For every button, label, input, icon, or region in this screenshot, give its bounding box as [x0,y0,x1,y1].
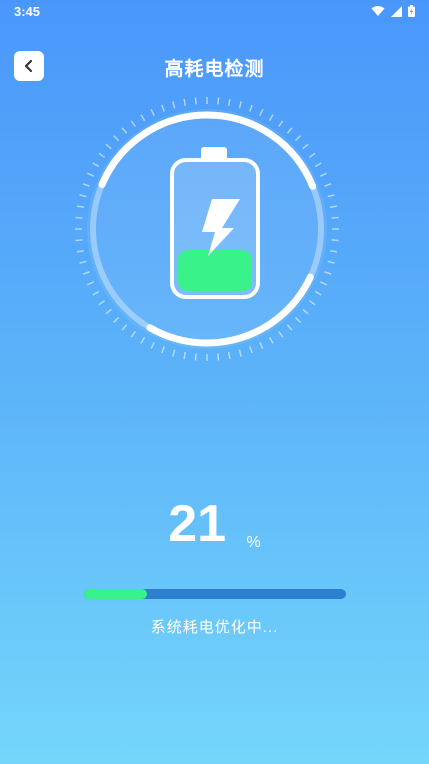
gauge-tick [161,346,165,354]
gauge-tick [172,349,176,357]
gauge-tick [249,104,253,112]
gauge-tick [217,97,220,105]
gauge-tick [238,349,242,357]
percent-value: 21 [168,495,227,553]
gauge-tick [92,162,100,168]
battery-icon [408,5,415,17]
gauge-tick [324,183,332,187]
progress-fill [84,589,147,599]
percent-unit: % [246,534,261,551]
gauge-tick [294,316,301,323]
gauge-tick [105,308,112,315]
wifi-icon [371,6,385,16]
gauge-tick [286,324,293,331]
gauge-tick [259,109,264,117]
battery-gauge [74,92,340,366]
gauge-tick [327,194,335,198]
gauge-tick [268,336,274,344]
gauge-tick [98,152,106,158]
gauge-tick [75,239,83,242]
gauge-tick [87,172,95,177]
gauge-tick [238,101,242,109]
gauge-tick [331,239,339,242]
status-message: 系统耗电优化中... [150,619,279,636]
gauge-tick [79,194,87,198]
gauge-tick [308,300,316,306]
gauge-tick [314,162,322,168]
gauge-tick [87,281,95,286]
gauge-tick [319,281,327,286]
gauge-tick [161,104,165,112]
gauge-tick [286,127,293,134]
gauge-tick [227,351,231,360]
gauge-tick [183,98,187,107]
gauge-tick [121,127,128,134]
status-time: 3:45 [14,4,41,19]
gauge-tick [294,135,301,142]
gauge-tick [308,152,316,158]
progress-bar [84,589,346,599]
gauge-tick [324,271,332,275]
gauge-tick [140,114,146,122]
gauge-tick [331,216,339,219]
gauge-tick [140,336,146,344]
gauge-tick [150,109,155,117]
gauge-tick [92,290,100,296]
gauge-tick [98,300,106,306]
gauge-tick [302,143,309,150]
gauge-tick [150,341,155,349]
status-icons [371,5,415,17]
gauge-tick [113,316,120,323]
gauge-tick [82,183,90,187]
gauge-tick [217,353,220,361]
battery-icon-large [170,147,260,299]
gauge-tick [76,249,85,253]
gauge-tick [75,216,83,219]
gauge-tick [76,205,85,209]
gauge-tick [278,330,284,338]
gauge-tick [183,351,187,360]
gauge-tick [105,143,112,150]
gauge-tick [113,135,120,142]
gauge-tick [327,260,335,264]
gauge-tick [329,249,338,253]
gauge-tick [227,98,231,107]
gauge-tick [172,101,176,109]
signal-icon [391,5,402,17]
gauge-tick [130,330,136,338]
page-title: 高耗电检测 [164,59,265,80]
gauge-tick [194,97,197,105]
status-bar: 3:45 [0,0,429,24]
gauge-tick [259,341,264,349]
gauge-tick [278,120,284,128]
gauge-tick [121,324,128,331]
gauge-tick [249,346,253,354]
gauge-tick [329,205,338,209]
gauge-tick [82,271,90,275]
battery-level-fill [178,249,252,291]
gauge-tick [268,114,274,122]
gauge-tick [319,172,327,177]
gauge-tick [79,260,87,264]
gauge-tick [194,353,197,361]
gauge-tick [314,290,322,296]
gauge-tick [130,120,136,128]
gauge-tick [302,308,309,315]
percent-display: 21 % [0,494,429,554]
